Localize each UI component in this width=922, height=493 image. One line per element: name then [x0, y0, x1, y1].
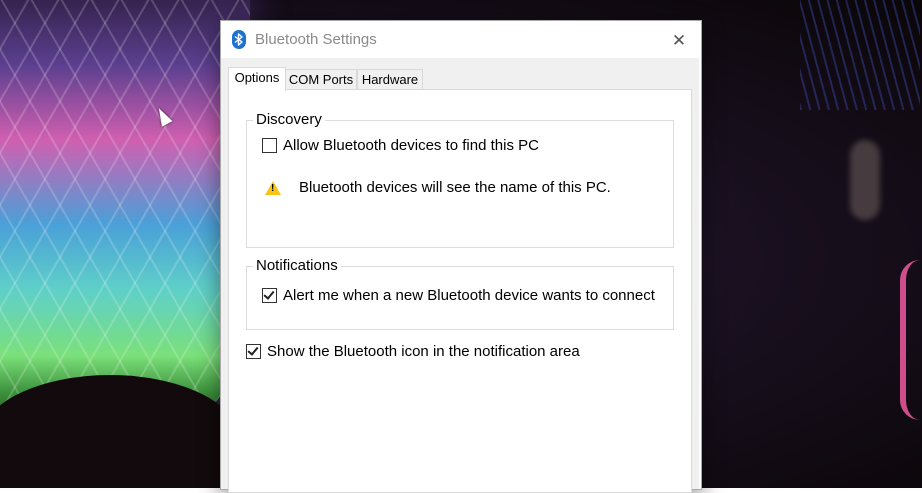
close-icon: ✕	[671, 31, 687, 50]
tab-options[interactable]: Options	[228, 67, 286, 91]
title-bar[interactable]: Bluetooth Settings ✕	[221, 21, 701, 58]
options-panel: Discovery Allow Bluetooth devices to fin…	[228, 89, 692, 493]
wallpaper-blur	[850, 140, 880, 220]
alert-new-device-box[interactable]	[262, 288, 277, 303]
notifications-title: Notifications	[253, 257, 341, 274]
warning-icon: !	[265, 180, 281, 195]
wallpaper-neon	[900, 260, 922, 420]
notifications-group: Notifications Alert me when a new Blueto…	[246, 257, 674, 330]
discovery-warning: ! Bluetooth devices will see the name of…	[265, 179, 611, 196]
show-icon-label: Show the Bluetooth icon in the notificat…	[267, 343, 580, 360]
dialog-body: Options COM Ports Hardware Discovery All…	[221, 58, 699, 493]
close-button[interactable]: ✕	[657, 21, 701, 58]
tab-hardware[interactable]: Hardware	[357, 69, 423, 90]
alert-new-device-label: Alert me when a new Bluetooth device wan…	[283, 287, 655, 304]
discovery-title: Discovery	[253, 111, 325, 128]
allow-discovery-label: Allow Bluetooth devices to find this PC	[283, 137, 539, 154]
bluetooth-icon	[232, 30, 246, 49]
discovery-group: Discovery Allow Bluetooth devices to fin…	[246, 111, 674, 248]
show-icon-checkbox[interactable]: Show the Bluetooth icon in the notificat…	[246, 343, 580, 360]
alert-new-device-checkbox[interactable]: Alert me when a new Bluetooth device wan…	[262, 287, 655, 304]
wallpaper-light-streaks	[800, 0, 920, 110]
show-icon-box[interactable]	[246, 344, 261, 359]
bluetooth-settings-dialog: Bluetooth Settings ✕ Options COM Ports H…	[220, 20, 702, 493]
warning-text: Bluetooth devices will see the name of t…	[299, 179, 611, 196]
tab-com-ports[interactable]: COM Ports	[285, 69, 357, 90]
allow-discovery-box[interactable]	[262, 138, 277, 153]
window-title: Bluetooth Settings	[255, 31, 377, 48]
allow-discovery-checkbox[interactable]: Allow Bluetooth devices to find this PC	[262, 137, 539, 154]
